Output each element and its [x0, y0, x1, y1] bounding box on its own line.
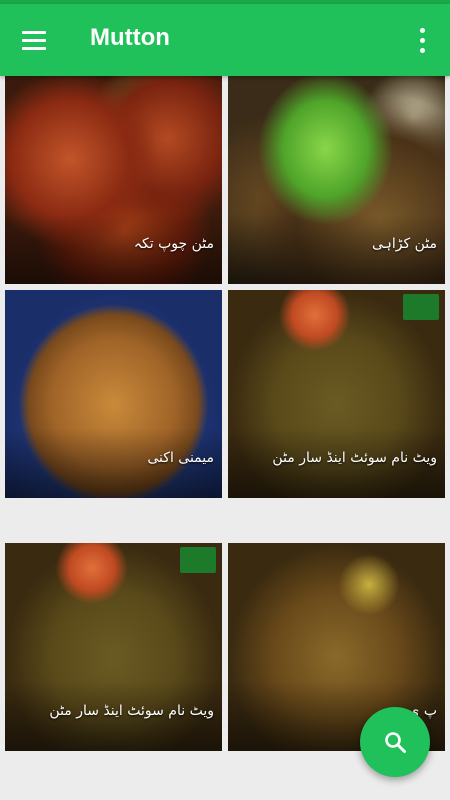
menu-button[interactable] [16, 22, 56, 58]
recipe-card[interactable]: مٹن کڑاہی [228, 76, 445, 284]
recipe-card[interactable]: مٹن چوپ تکہ [5, 76, 222, 284]
hamburger-menu-icon-line [22, 39, 46, 42]
channel-logo [180, 547, 216, 573]
hamburger-menu-icon [22, 31, 46, 34]
recipe-grid: مٹن چوپ تکہ مٹن کڑاہی میمنی اکنی ویٹ نام… [0, 76, 450, 800]
recipe-title: مٹن چوپ تکہ [133, 236, 214, 252]
recipe-title: ویٹ نام سوئٹ اینڈ سار مٹن [272, 450, 437, 466]
app-bar: Mutton [0, 4, 450, 76]
recipe-title: مٹن کڑاہی [372, 236, 437, 252]
recipe-card[interactable]: ویٹ نام سوئٹ اینڈ سار مٹن [5, 543, 222, 751]
channel-logo [403, 294, 439, 320]
more-vertical-icon [420, 28, 425, 33]
recipe-title: ویٹ نام سوئٹ اینڈ سار مٹن [49, 703, 214, 719]
page-title: Mutton [90, 24, 170, 51]
more-vertical-icon-dot [420, 48, 425, 53]
more-vertical-icon-dot [420, 38, 425, 43]
overflow-menu-button[interactable] [410, 22, 434, 60]
recipe-title: میمنی اکنی [147, 450, 214, 466]
recipe-card[interactable]: ویٹ نام سوئٹ اینڈ سار مٹن [228, 290, 445, 498]
search-button[interactable] [360, 707, 430, 777]
search-icon [385, 732, 406, 753]
recipe-card[interactable]: میمنی اکنی [5, 290, 222, 498]
hamburger-menu-icon-line [22, 47, 46, 50]
